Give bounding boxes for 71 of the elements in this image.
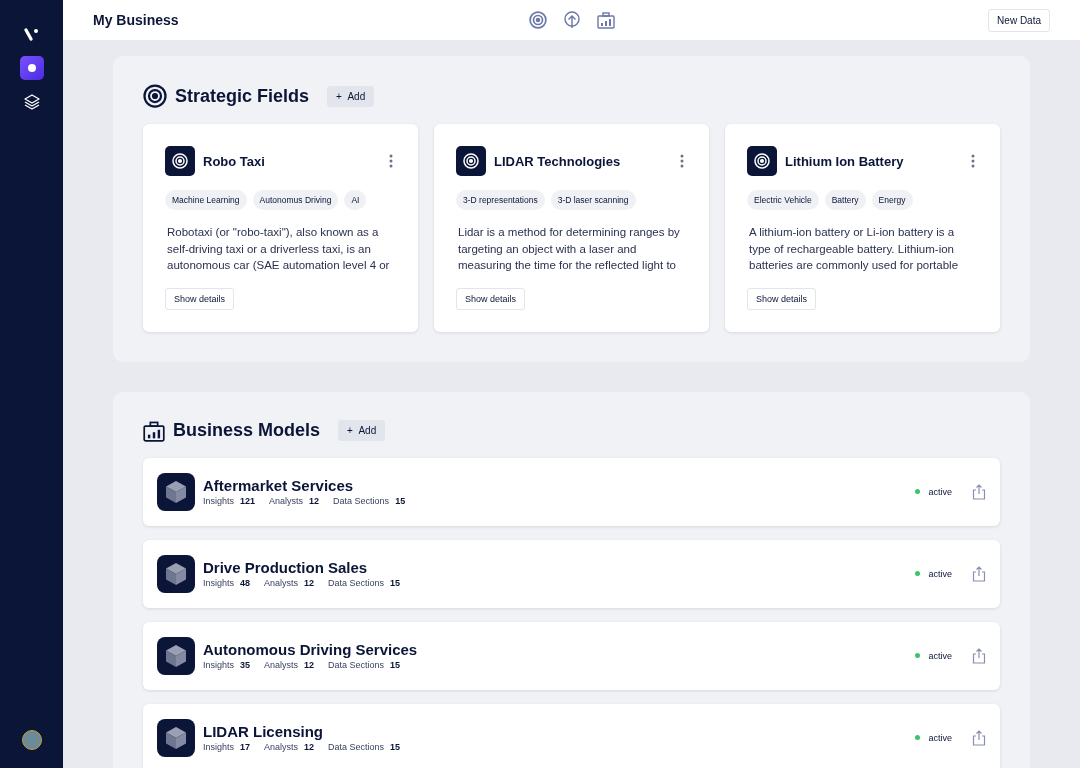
model-title: Drive Production Sales — [203, 559, 369, 576]
share-icon[interactable] — [972, 565, 986, 582]
nav-button[interactable] — [595, 10, 616, 30]
share-icon[interactable] — [972, 647, 986, 664]
avatar[interactable] — [21, 730, 42, 750]
card-description: Robotaxi (or "robo-taxi"), also known as a self-driving taxi or a driverless taxi, is an autonomous car (SAE automation level 4 or — [166, 225, 391, 273]
cube-icon — [165, 561, 187, 586]
cube-icon — [165, 479, 187, 504]
add-button[interactable]: + Add — [338, 420, 386, 441]
business-model-row[interactable]: Aftermarket Services Insights 121 Analysts 12 Data Sections 15 active — [143, 457, 1000, 526]
upload-icon — [562, 11, 581, 29]
show-details-button[interactable]: Show details — [456, 287, 526, 310]
tag: Battery — [824, 190, 866, 210]
layers-icon — [23, 94, 40, 110]
stat-text: Analysts 12 — [264, 660, 315, 670]
sidebar-item[interactable] — [19, 56, 44, 80]
add-button[interactable]: + Add — [327, 85, 375, 107]
card-title: Robo Taxi — [203, 153, 266, 169]
stat-text: Data Sections 15 — [328, 578, 401, 588]
status-text: active — [928, 486, 952, 497]
stat-text: Analysts 12 — [264, 742, 315, 752]
target-icon — [754, 153, 770, 169]
model-title: Aftermarket Services — [203, 477, 355, 494]
section-title: Strategic Fields — [175, 85, 310, 107]
briefcase-chart-icon — [143, 419, 165, 442]
stat-text: Insights 17 — [203, 742, 251, 752]
briefcase-chart-icon — [596, 11, 615, 29]
target-icon — [143, 84, 167, 108]
card-title: Lithium Ion Battery — [785, 153, 905, 169]
tag: Electric Vehicle — [747, 190, 819, 210]
show-details-button[interactable]: Show details — [747, 287, 817, 310]
model-title: Autonomous Driving Services — [203, 641, 419, 658]
stat-text: Analysts 12 — [264, 578, 315, 588]
nav-button[interactable] — [527, 10, 548, 30]
tag: Machine Learning — [165, 190, 247, 210]
card-title: LIDAR Technologies — [494, 153, 622, 169]
stat-text: Data Sections 15 — [328, 660, 401, 670]
target-icon — [463, 153, 479, 169]
tag: Energy — [871, 190, 913, 210]
cube-icon — [165, 725, 187, 750]
target-icon — [172, 153, 188, 169]
card-description: A lithium-ion battery or Li-ion battery is a type of rechargeable battery. Lithium-ion batteries are commonly used for portable — [748, 225, 960, 273]
status-text: active — [928, 568, 952, 579]
target-icon — [528, 11, 547, 29]
card-description: Lidar is a method for determining ranges by targeting an object with a laser and measuring the time for the reflected light to — [457, 225, 681, 273]
stat-text: Data Sections 15 — [333, 496, 406, 506]
status-text: active — [928, 650, 952, 661]
new-data-button[interactable]: New Data — [988, 8, 1050, 32]
logo-icon — [23, 27, 40, 41]
share-icon[interactable] — [972, 729, 986, 746]
business-model-row[interactable]: Autonomous Driving Services Insights 35 Analysts 12 Data Sections 15 active — [143, 621, 1000, 690]
business-model-row[interactable]: Drive Production Sales Insights 48 Analysts 12 Data Sections 15 active — [143, 539, 1000, 608]
stat-text: Data Sections 15 — [328, 742, 401, 752]
stat-text: Analysts 12 — [269, 496, 320, 506]
nav-button[interactable] — [561, 10, 582, 30]
tag: 3-D laser scanning — [550, 190, 636, 210]
section-title: Business Models — [173, 420, 321, 441]
tag: AI — [344, 190, 367, 210]
tag: Autonomus Driving — [252, 190, 339, 210]
business-model-row[interactable]: LIDAR Licensing Insights 17 Analysts 12 Data Sections 15 active — [143, 703, 1000, 768]
cube-icon — [165, 643, 187, 668]
stat-text: Insights 35 — [203, 660, 251, 670]
dot-icon — [26, 63, 37, 73]
status-text: active — [928, 732, 952, 743]
tag: 3-D representations — [456, 190, 545, 210]
share-icon[interactable] — [972, 483, 986, 500]
show-details-button[interactable]: Show details — [165, 287, 235, 310]
page-title: My Business — [93, 12, 180, 28]
stat-text: Insights 121 — [203, 496, 256, 506]
model-title: LIDAR Licensing — [203, 723, 324, 740]
stat-text: Insights 48 — [203, 578, 251, 588]
